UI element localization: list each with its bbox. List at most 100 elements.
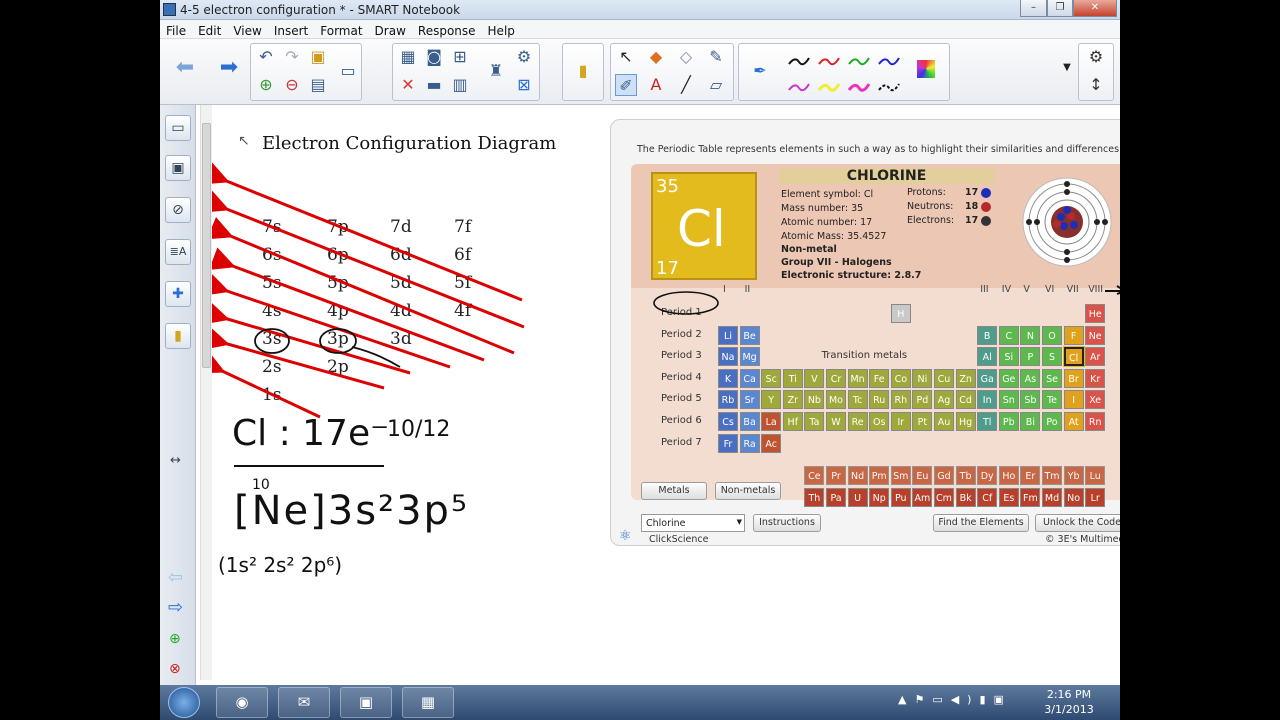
- menu-help[interactable]: Help: [482, 22, 521, 38]
- close-button[interactable]: ✕: [1073, 0, 1117, 17]
- element-cell-ca[interactable]: Ca: [739, 368, 760, 388]
- color-palette-icon[interactable]: [917, 60, 935, 78]
- pen-style-blue[interactable]: [877, 52, 901, 72]
- menu-draw[interactable]: Draw: [369, 22, 412, 38]
- element-cell-ru[interactable]: Ru: [869, 390, 890, 410]
- select-arrow-icon[interactable]: ↖: [615, 46, 637, 68]
- element-cell-ar[interactable]: Ar: [1085, 347, 1106, 367]
- element-cell-pb[interactable]: Pb: [998, 412, 1019, 431]
- element-cell-kr[interactable]: Kr: [1085, 368, 1106, 388]
- element-cell-xe[interactable]: Xe: [1085, 390, 1106, 410]
- element-cell-pm[interactable]: Pm: [869, 466, 890, 485]
- minimize-button[interactable]: –: [1020, 0, 1047, 17]
- element-cell-o[interactable]: O: [1042, 325, 1062, 345]
- element-cell-n[interactable]: N: [1020, 325, 1041, 345]
- element-cell-pt[interactable]: Pt: [912, 412, 933, 431]
- element-cell-ac[interactable]: Ac: [761, 433, 782, 453]
- element-cell-h[interactable]: H: [890, 304, 911, 323]
- element-cell-re[interactable]: Re: [847, 412, 868, 431]
- element-cell-bk[interactable]: Bk: [955, 487, 976, 507]
- element-cell-in[interactable]: In: [977, 390, 998, 410]
- element-cell-sn[interactable]: Sn: [998, 390, 1019, 410]
- element-cell-cf[interactable]: Cf: [977, 487, 998, 507]
- pen-style-green[interactable]: [847, 52, 871, 72]
- element-select[interactable]: Chlorine ▼: [641, 514, 745, 532]
- menu-edit[interactable]: Edit: [192, 22, 227, 38]
- menu-format[interactable]: Format: [314, 22, 368, 38]
- element-cell-nd[interactable]: Nd: [847, 466, 868, 485]
- element-cell-eu[interactable]: Eu: [912, 466, 933, 485]
- pen-style-black[interactable]: [787, 52, 811, 72]
- menu-file[interactable]: File: [160, 22, 192, 38]
- element-cell-sr[interactable]: Sr: [739, 390, 760, 410]
- element-cell-sc[interactable]: Sc: [761, 368, 782, 388]
- element-cell-er[interactable]: Er: [1020, 466, 1041, 485]
- pen-style-red[interactable]: [817, 52, 841, 72]
- element-cell-c[interactable]: C: [998, 325, 1019, 345]
- element-cell-ho[interactable]: Ho: [998, 466, 1019, 485]
- redo-icon[interactable]: ↷: [281, 46, 303, 68]
- element-cell-i[interactable]: I: [1063, 390, 1084, 410]
- element-cell-zr[interactable]: Zr: [782, 390, 803, 410]
- delete-page-side-icon[interactable]: ⊗: [169, 661, 181, 677]
- screen-capture-icon[interactable]: ▭: [337, 60, 359, 82]
- element-cell-am[interactable]: Am: [912, 487, 933, 507]
- element-cell-yb[interactable]: Yb: [1063, 466, 1084, 485]
- element-cell-ne[interactable]: Ne: [1085, 325, 1106, 345]
- element-cell-cr[interactable]: Cr: [826, 368, 846, 388]
- element-cell-gd[interactable]: Gd: [934, 466, 954, 485]
- undo-icon[interactable]: ↶: [255, 46, 277, 68]
- toolbar-more-icon[interactable]: ▼: [1056, 57, 1078, 79]
- menu-insert[interactable]: Insert: [268, 22, 314, 38]
- menu-response[interactable]: Response: [412, 22, 482, 38]
- gallery-icon[interactable]: ▣: [165, 155, 191, 181]
- element-cell-mn[interactable]: Mn: [847, 368, 868, 388]
- delete-icon[interactable]: ✕: [397, 74, 419, 96]
- nonmetals-button[interactable]: Non-metals: [715, 482, 781, 500]
- element-cell-ir[interactable]: Ir: [890, 412, 911, 431]
- element-cell-tm[interactable]: Tm: [1042, 466, 1062, 485]
- pen-style-dashed[interactable]: [877, 78, 901, 98]
- element-cell-cs[interactable]: Cs: [718, 412, 738, 431]
- element-cell-tc[interactable]: Tc: [847, 390, 868, 410]
- find-elements-button[interactable]: Find the Elements: [933, 514, 1029, 532]
- element-cell-es[interactable]: Es: [998, 487, 1019, 507]
- element-cell-br[interactable]: Br: [1063, 368, 1084, 388]
- element-cell-fe[interactable]: Fe: [869, 368, 890, 388]
- smart-notebook-taskbar-icon[interactable]: ▣: [340, 687, 392, 718]
- start-button[interactable]: [168, 687, 200, 718]
- maximize-button[interactable]: ❐: [1047, 0, 1073, 17]
- camera-icon[interactable]: ◙: [423, 46, 445, 68]
- element-cell-ni[interactable]: Ni: [912, 368, 933, 388]
- element-cell-ce[interactable]: Ce: [804, 466, 825, 485]
- save-icon[interactable]: ▤: [307, 74, 329, 96]
- customize-gear-icon[interactable]: ⚙: [1085, 46, 1107, 68]
- fill-icon[interactable]: ▱: [705, 74, 727, 96]
- forward-arrow-icon[interactable]: ➡: [218, 57, 240, 79]
- element-cell-as[interactable]: As: [1020, 368, 1041, 388]
- addons-puzzle-icon[interactable]: ✚: [165, 281, 191, 307]
- response-side-icon[interactable]: ▮: [165, 323, 191, 349]
- pens-icon[interactable]: ✐: [615, 74, 637, 96]
- eraser-icon[interactable]: ◇: [675, 46, 697, 68]
- element-cell-la[interactable]: La: [761, 412, 782, 431]
- element-cell-pa[interactable]: Pa: [826, 487, 846, 507]
- element-cell-mo[interactable]: Mo: [826, 390, 846, 410]
- paste-icon[interactable]: ▦: [397, 46, 419, 68]
- element-cell-os[interactable]: Os: [869, 412, 890, 431]
- element-cell-dy[interactable]: Dy: [977, 466, 998, 485]
- element-cell-tb[interactable]: Tb: [955, 466, 976, 485]
- element-cell-no[interactable]: No: [1063, 487, 1084, 507]
- element-cell-cm[interactable]: Cm: [934, 487, 954, 507]
- pen-icon[interactable]: ✒: [749, 60, 771, 82]
- pen-style-pink[interactable]: [847, 78, 871, 98]
- resize-sidebar-icon[interactable]: ↔: [170, 453, 181, 468]
- firefox-taskbar-icon[interactable]: ◉: [216, 687, 268, 718]
- screen-shade-icon[interactable]: ▬: [423, 74, 445, 96]
- element-cell-hg[interactable]: Hg: [955, 412, 976, 431]
- element-cell-ra[interactable]: Ra: [739, 433, 760, 453]
- document-camera-taskbar-icon[interactable]: ▦: [402, 687, 454, 718]
- element-cell-y[interactable]: Y: [761, 390, 782, 410]
- element-cell-lr[interactable]: Lr: [1085, 487, 1106, 507]
- element-cell-ga[interactable]: Ga: [977, 368, 998, 388]
